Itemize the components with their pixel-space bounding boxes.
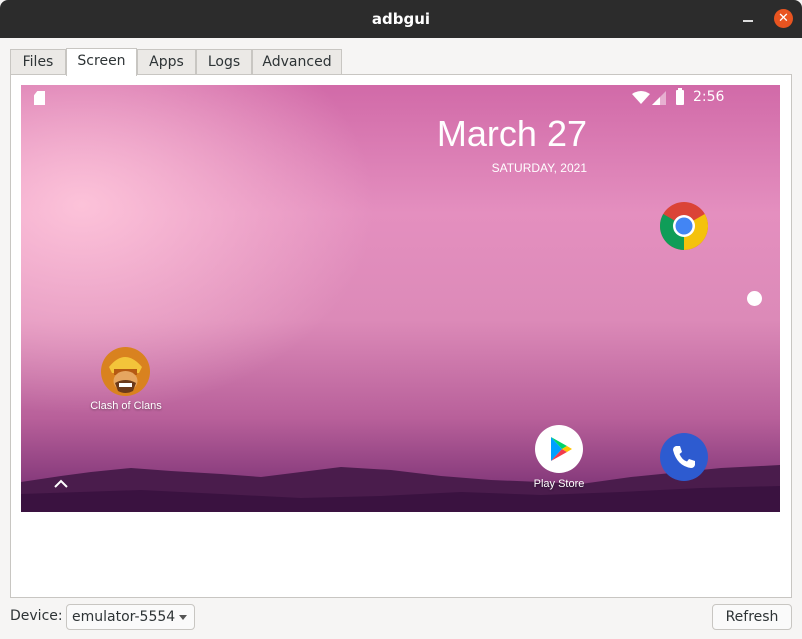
tab-apps[interactable]: Apps — [137, 49, 196, 74]
weekday-date: SATURDAY, 2021 — [491, 161, 587, 175]
date-widget[interactable]: March 27 — [401, 113, 587, 155]
clash-of-clans-icon[interactable] — [101, 347, 150, 396]
chrome-icon[interactable] — [660, 202, 708, 250]
device-select-value: emulator-5554 — [72, 609, 176, 625]
device-select[interactable]: emulator-5554 — [66, 604, 195, 630]
sd-card-icon — [34, 91, 45, 105]
chevron-down-icon — [179, 615, 187, 620]
device-label: Device: — [10, 608, 63, 624]
title-bar: adbgui ✕ — [0, 0, 802, 38]
minimize-button[interactable] — [740, 10, 756, 26]
app-label-clash-of-clans: Clash of Clans — [90, 400, 162, 412]
tab-files[interactable]: Files — [10, 49, 66, 74]
close-button[interactable]: ✕ — [774, 9, 793, 28]
signal-icon — [652, 91, 666, 105]
tab-logs[interactable]: Logs — [196, 49, 252, 74]
refresh-button[interactable]: Refresh — [712, 604, 792, 630]
device-screen[interactable]: 2:56 March 27 SATURDAY, 2021 Clash of Cl… — [21, 85, 780, 512]
tab-screen[interactable]: Screen — [66, 48, 137, 76]
wifi-icon — [632, 91, 650, 104]
status-clock: 2:56 — [693, 89, 725, 105]
phone-icon[interactable] — [660, 433, 708, 481]
app-label-play-store: Play Store — [533, 478, 585, 490]
chevron-up-icon[interactable] — [53, 479, 69, 489]
play-store-icon[interactable] — [535, 425, 583, 473]
tab-advanced[interactable]: Advanced — [252, 49, 342, 74]
battery-icon — [676, 88, 684, 105]
floating-dot[interactable] — [747, 291, 762, 306]
window-title: adbgui — [371, 10, 431, 28]
